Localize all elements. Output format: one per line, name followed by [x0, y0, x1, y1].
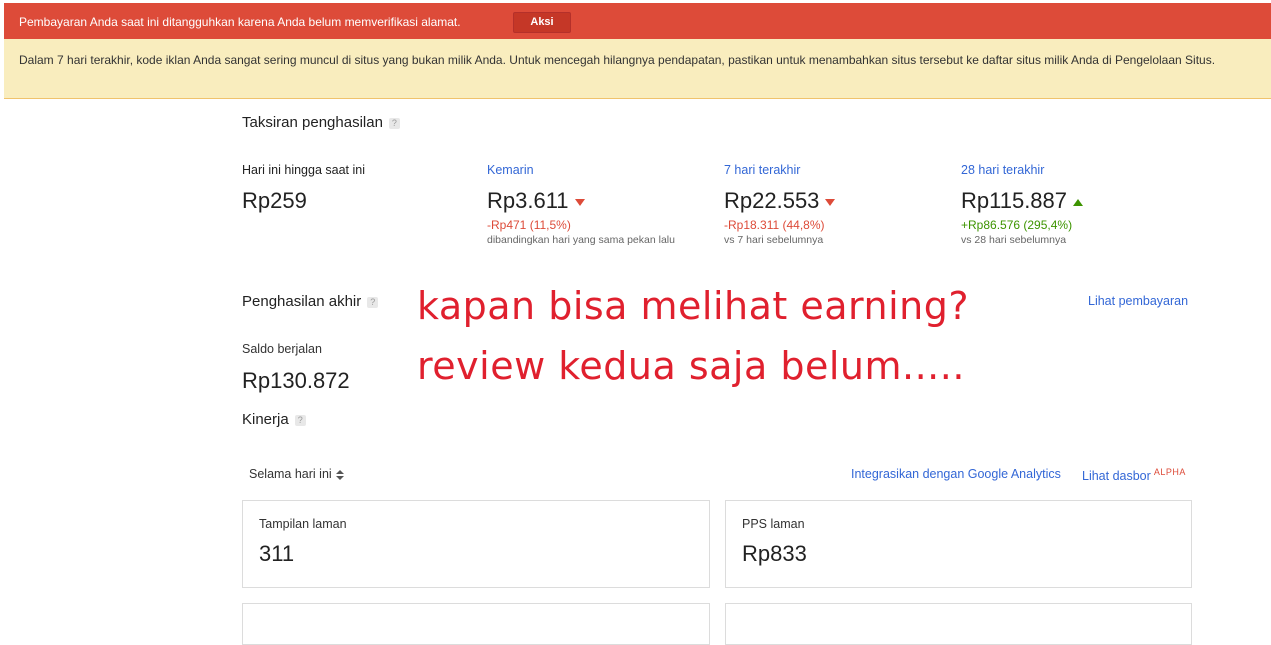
- page-rpm-card[interactable]: PPS laman Rp833: [725, 500, 1192, 588]
- page-rpm-label: PPS laman: [742, 517, 805, 531]
- help-icon[interactable]: ?: [294, 414, 306, 426]
- last-7-days-note: vs 7 hari sebelumnya: [724, 234, 824, 246]
- today-value: Rp259: [242, 188, 307, 213]
- overlay-annotation-line2: review kedua saja belum.....: [417, 344, 965, 388]
- yesterday-value-wrap: Rp3.611: [487, 188, 585, 214]
- last-28-days-note: vs 28 hari sebelumnya: [961, 234, 1067, 246]
- trend-down-icon: [574, 198, 585, 206]
- metric-card[interactable]: [725, 603, 1192, 645]
- yesterday-delta: -Rp471 (11,5%): [487, 218, 571, 232]
- trend-down-icon: [825, 198, 836, 206]
- alert-bar: Pembayaran Anda saat ini ditangguhkan ka…: [4, 3, 1271, 39]
- estimated-earnings-title: Taksiran penghasilan?: [242, 114, 400, 131]
- sort-icon: [335, 469, 344, 480]
- alpha-badge: ALPHA: [1153, 467, 1186, 477]
- final-earnings-title: Penghasilan akhir?: [242, 293, 379, 310]
- metric-card[interactable]: [242, 603, 710, 645]
- last-28-days-link[interactable]: 28 hari terakhir: [961, 163, 1044, 177]
- pageviews-label: Tampilan laman: [259, 517, 347, 531]
- overlay-annotation-line1: kapan bisa melihat earning?: [417, 284, 970, 328]
- last-7-days-value: Rp22.553: [724, 188, 820, 213]
- warning-message: Dalam 7 hari terakhir, kode iklan Anda s…: [19, 53, 1216, 67]
- alert-message: Pembayaran Anda saat ini ditangguhkan ka…: [19, 15, 461, 29]
- view-dashboard-label: Lihat dasbor: [1082, 469, 1151, 484]
- balance-label: Saldo berjalan: [242, 342, 322, 356]
- yesterday-link[interactable]: Kemarin: [487, 163, 534, 177]
- performance-title: Kinerja?: [242, 411, 306, 428]
- period-selector[interactable]: Selama hari ini: [249, 467, 344, 481]
- last-28-days-value: Rp115.887: [961, 188, 1068, 213]
- last-7-days-value-wrap: Rp22.553: [724, 188, 836, 214]
- period-selector-label: Selama hari ini: [249, 467, 332, 481]
- view-dashboard-link[interactable]: Lihat dasbor ALPHA: [1082, 467, 1186, 483]
- page-rpm-value: Rp833: [742, 541, 807, 566]
- pageviews-card[interactable]: Tampilan laman 311: [242, 500, 710, 588]
- warning-bar: Dalam 7 hari terakhir, kode iklan Anda s…: [4, 39, 1271, 99]
- pageviews-value: 311: [259, 541, 295, 566]
- last-7-days-delta: -Rp18.311 (44,8%): [724, 218, 825, 232]
- last-28-days-delta: +Rp86.576 (295,4%): [961, 218, 1073, 232]
- help-icon[interactable]: ?: [367, 296, 379, 308]
- final-earnings-title-text: Penghasilan akhir: [242, 293, 362, 310]
- trend-up-icon: [1073, 198, 1084, 206]
- help-icon[interactable]: ?: [388, 117, 400, 129]
- view-payments-link[interactable]: Lihat pembayaran: [1088, 294, 1188, 308]
- performance-title-text: Kinerja: [242, 411, 289, 428]
- yesterday-value: Rp3.611: [487, 188, 569, 213]
- last-28-days-value-wrap: Rp115.887: [961, 188, 1084, 214]
- balance-value: Rp130.872: [242, 368, 350, 393]
- last-7-days-link[interactable]: 7 hari terakhir: [724, 163, 800, 177]
- estimated-earnings-title-text: Taksiran penghasilan: [242, 114, 383, 131]
- yesterday-note: dibandingkan hari yang sama pekan lalu: [487, 234, 675, 246]
- aksi-button[interactable]: Aksi: [513, 12, 571, 33]
- integrate-analytics-link[interactable]: Integrasikan dengan Google Analytics: [851, 467, 1061, 481]
- today-label: Hari ini hingga saat ini: [242, 163, 365, 177]
